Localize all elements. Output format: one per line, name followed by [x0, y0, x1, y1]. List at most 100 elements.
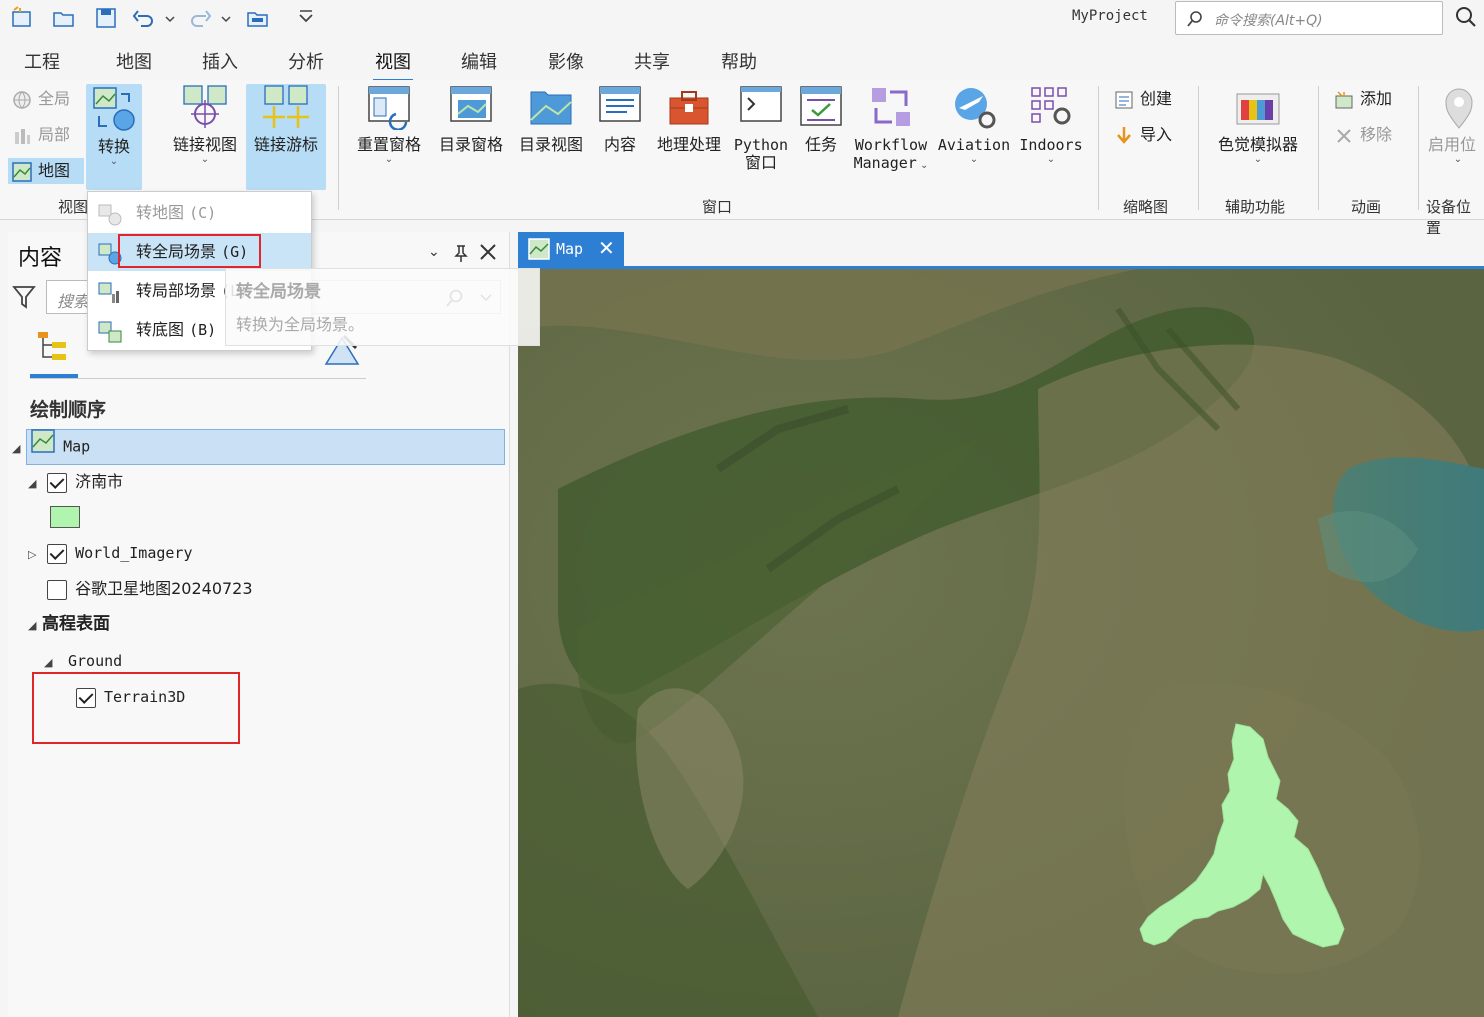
workflow-manager-button[interactable]: Workflow Manager ⌄ [852, 84, 930, 190]
layer-visibility-checkbox[interactable] [47, 472, 68, 493]
python-icon [738, 84, 784, 130]
layer-visibility-checkbox[interactable] [47, 543, 68, 564]
add-animation-button[interactable]: 添加 [1334, 86, 1392, 112]
tab-view[interactable]: 视图 [373, 48, 413, 82]
convert-button[interactable]: 转换 ⌄ [86, 84, 142, 190]
open-folder-icon[interactable] [246, 6, 270, 30]
map-canvas[interactable] [518, 269, 1484, 1017]
tab-insert[interactable]: 插入 [202, 48, 238, 74]
color-vision-simulator-button[interactable]: 色觉模拟器 ⌄ [1210, 84, 1306, 190]
tab-map[interactable]: 地图 [116, 48, 152, 74]
undo-dropdown-icon[interactable] [164, 6, 176, 30]
enable-location-button[interactable]: 启用位 ⌄ [1428, 84, 1484, 190]
local-button[interactable]: 局部 [12, 122, 70, 148]
save-project-icon[interactable] [94, 6, 118, 30]
import-arrow-icon [1114, 126, 1134, 146]
polygon-symbol-swatch[interactable] [50, 506, 80, 528]
tab-edit[interactable]: 编辑 [461, 48, 497, 74]
open-project-icon[interactable] [52, 6, 76, 30]
command-search-placeholder: 命令搜索(Alt+Q) [1214, 13, 1323, 29]
window-group-label: 窗口 [702, 198, 733, 216]
layer-world-imagery[interactable]: ▷ World_Imagery [28, 536, 193, 570]
menu-item-to-map[interactable]: 转地图 (C) [88, 194, 311, 232]
create-thumbnail-button[interactable]: 创建 [1114, 86, 1172, 112]
project-name: MyProject [1072, 8, 1148, 24]
indoors-button[interactable]: Indoors ⌄ [1016, 84, 1086, 190]
highlight-box-global-scene [118, 234, 261, 268]
expand-triangle-icon[interactable]: ◢ [28, 609, 42, 643]
new-project-icon[interactable] [10, 6, 34, 30]
tab-share[interactable]: 共享 [634, 48, 670, 74]
reset-panes-icon [366, 84, 412, 131]
tab-project[interactable]: 工程 [24, 48, 60, 74]
highlight-box-terrain [32, 672, 240, 744]
map-tree-item[interactable]: ◢ Map [12, 429, 90, 463]
geoprocessing-button[interactable]: 地理处理 [652, 84, 726, 190]
aviation-button[interactable]: Aviation ⌄ [936, 84, 1012, 190]
catalog-view-button[interactable]: 目录视图 [514, 84, 588, 190]
accessibility-group-label: 辅助功能 [1225, 198, 1286, 216]
add-animation-icon [1334, 90, 1354, 110]
command-search-input[interactable]: 命令搜索(Alt+Q) [1175, 1, 1443, 35]
expand-triangle-icon[interactable]: ◢ [12, 432, 26, 466]
catalog-pane-button[interactable]: 目录窗格 [434, 84, 508, 190]
python-window-button[interactable]: Python 窗口 [730, 84, 792, 190]
filter-icon[interactable] [12, 284, 36, 314]
reset-panes-button[interactable]: 重置窗格 ⌄ [352, 84, 426, 190]
layer-visibility-checkbox[interactable] [47, 579, 68, 600]
close-tab-icon[interactable]: ✕ [598, 236, 615, 260]
expand-triangle-icon[interactable]: ◢ [28, 467, 42, 501]
contents-button[interactable]: 内容 [594, 84, 646, 190]
tab-analysis[interactable]: 分析 [288, 48, 324, 74]
tab-help[interactable]: 帮助 [721, 48, 757, 74]
satellite-imagery [518, 269, 1484, 1017]
link-views-button[interactable]: 链接视图 ⌄ [166, 84, 244, 190]
catalog-view-icon [528, 84, 574, 130]
customize-qat-icon[interactable] [294, 6, 318, 30]
workflow-icon [868, 84, 914, 130]
location-pin-icon [1436, 84, 1482, 130]
search-icon[interactable] [1454, 5, 1478, 29]
catalog-pane-icon [448, 84, 494, 130]
drawing-order-heading: 绘制顺序 [30, 399, 107, 421]
elevation-surfaces-heading[interactable]: ◢ 高程表面 [28, 607, 110, 641]
map-icon [12, 161, 32, 182]
search-icon [1187, 11, 1202, 27]
tasks-icon [798, 84, 844, 130]
quick-access-toolbar: MyProject 命令搜索(Alt+Q) [0, 0, 1484, 38]
map-view-tab[interactable]: Map ✕ [518, 232, 624, 266]
toolbox-icon [666, 84, 712, 130]
device-group-label: 设备位置 [1426, 198, 1472, 237]
list-by-drawing-order-icon[interactable] [34, 330, 72, 370]
local-scene-icon [12, 126, 32, 146]
create-icon [1114, 90, 1134, 110]
collapsed-triangle-icon[interactable]: ▷ [28, 538, 42, 572]
layer-jinan[interactable]: ◢ 济南市 [28, 465, 123, 499]
import-thumbnail-button[interactable]: 导入 [1114, 122, 1172, 148]
pane-options-icon[interactable]: ⌄ [428, 244, 440, 260]
undo-icon[interactable] [132, 6, 156, 30]
aviation-icon [951, 84, 997, 130]
tasks-button[interactable]: 任务 [796, 84, 846, 190]
convert-to-basemap-icon [98, 319, 122, 343]
link-cursor-icon [263, 84, 309, 130]
globe-icon [12, 90, 32, 110]
redo-icon[interactable] [188, 6, 212, 30]
map-button[interactable]: 地图 [8, 158, 84, 184]
remove-animation-button[interactable]: 移除 [1334, 122, 1392, 148]
close-pane-icon[interactable] [479, 243, 497, 266]
tab-imagery[interactable]: 影像 [548, 48, 584, 74]
map-tree-row[interactable] [26, 429, 505, 465]
thumbnail-group-label: 缩略图 [1123, 198, 1169, 216]
ribbon-tabs: 工程 地图 插入 分析 视图 编辑 影像 共享 帮助 [0, 40, 1484, 82]
remove-icon [1334, 126, 1354, 146]
map-icon [528, 238, 550, 260]
pin-icon[interactable] [454, 244, 468, 267]
indoors-icon [1028, 84, 1074, 130]
layer-google-satellite[interactable]: 谷歌卫星地图20240723 [28, 572, 253, 606]
redo-dropdown-icon[interactable] [220, 6, 232, 30]
global-button[interactable]: 全局 [12, 86, 70, 112]
link-cursor-button[interactable]: 链接游标 [246, 84, 326, 190]
tooltip-title: 转全局场景 [236, 282, 321, 302]
view-group-label: 视图 [58, 198, 89, 216]
